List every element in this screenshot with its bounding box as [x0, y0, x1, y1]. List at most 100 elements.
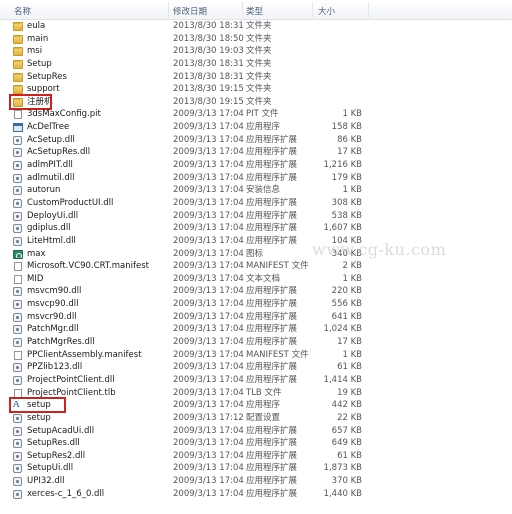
file-name: 3dsMaxConfig.pit: [27, 109, 101, 120]
file-type: 文件夹: [246, 58, 272, 69]
file-row[interactable]: PPClientAssembly.manifest 2009/3/13 17:04…: [0, 349, 512, 362]
file-row[interactable]: adlmutil.dll 2009/3/13 17:04 应用程序扩展 179 KB: [0, 172, 512, 185]
file-row[interactable]: ProjectPointClient.tlb 2009/3/13 17:04 TLB…: [0, 387, 512, 400]
folder-icon: [13, 34, 23, 44]
file-row[interactable]: gdiplus.dll 2009/3/13 17:04 应用程序扩展 1,607 KB: [0, 222, 512, 235]
file-row[interactable]: setup 2009/3/13 17:12 配置设置 22 KB: [0, 412, 512, 425]
column-date[interactable]: 修改日期: [173, 5, 207, 17]
file-size: 61 KB: [337, 450, 362, 461]
file-row[interactable]: main 2013/8/30 18:50 文件夹: [0, 33, 512, 46]
file-name: MID: [27, 273, 44, 284]
file-name: Microsoft.VC90.CRT.manifest: [27, 261, 149, 272]
file-name: adlmPIT.dll: [27, 160, 73, 171]
file-row[interactable]: PatchMgr.dll 2009/3/13 17:04 应用程序扩展 1,024 K…: [0, 323, 512, 336]
file-row[interactable]: msi 2013/8/30 19:03 文件夹: [0, 45, 512, 58]
file-row[interactable]: 注册机 2013/8/30 19:15 文件夹: [0, 93, 512, 110]
file-row[interactable]: Microsoft.VC90.CRT.manifest 2009/3/13 17:…: [0, 260, 512, 273]
column-type[interactable]: 类型: [246, 5, 263, 17]
column-header: 名称 修改日期 类型 大小: [0, 0, 512, 20]
file-row[interactable]: 3dsMaxConfig.pit 2009/3/13 17:04 PIT 文件 1 K…: [0, 108, 512, 121]
file-size: 61 KB: [337, 362, 362, 373]
file-name: setup: [27, 412, 51, 423]
file-size: 17 KB: [337, 337, 362, 348]
dll-icon: [13, 173, 22, 183]
file-size: 1,024 KB: [323, 324, 362, 335]
file-row[interactable]: ProjectPointClient.dll 2009/3/13 17:04 应用程…: [0, 374, 512, 387]
file-name: eula: [27, 21, 46, 31]
file-row[interactable]: Setup 2013/8/30 18:31 文件夹: [0, 58, 512, 71]
file-row[interactable]: support 2013/8/30 19:15 文件夹: [0, 83, 512, 96]
folder-icon: [13, 22, 23, 31]
column-separator[interactable]: [242, 2, 243, 18]
file-name: ProjectPointClient.dll: [27, 374, 115, 385]
file-row[interactable]: xerces-c_1_6_0.dll 2009/3/13 17:04 应用程序扩展 1…: [0, 488, 512, 501]
file-row[interactable]: AcSetup.dll 2009/3/13 17:04 应用程序扩展 86 KB: [0, 134, 512, 147]
file-row[interactable]: adlmPIT.dll 2009/3/13 17:04 应用程序扩展 1,216 KB: [0, 159, 512, 172]
file-size: 1 KB: [342, 273, 362, 284]
file-name: main: [27, 33, 49, 44]
column-size[interactable]: 大小: [318, 5, 335, 17]
file-name: xerces-c_1_6_0.dll: [27, 488, 105, 499]
file-row[interactable]: Asetup 2009/3/13 17:04 应用程序 442 KB: [0, 397, 512, 414]
dll-icon: [13, 426, 22, 436]
file-name: Setup: [27, 58, 52, 69]
file-type: 文件夹: [246, 71, 272, 82]
setup-icon: A: [13, 401, 20, 411]
settings-file-icon: [13, 413, 22, 423]
file-row[interactable]: UPI32.dll 2009/3/13 17:04 应用程序扩展 370 KB: [0, 475, 512, 488]
file-row[interactable]: SetupRes 2013/8/30 18:31 文件夹: [0, 71, 512, 84]
column-separator[interactable]: [312, 2, 313, 18]
file-name: SetupRes2.dll: [27, 450, 86, 461]
file-name: setup: [27, 400, 51, 411]
folder-icon: [13, 85, 23, 95]
dll-icon: [13, 135, 22, 145]
dll-icon: [13, 451, 22, 461]
exe-icon: [13, 123, 23, 133]
file-row[interactable]: CustomProductUI.dll 2009/3/13 17:04 应用程序扩展…: [0, 197, 512, 210]
column-separator[interactable]: [168, 2, 169, 18]
file-name: max: [27, 248, 46, 259]
folder-icon: [13, 47, 23, 57]
folder-icon: [13, 59, 23, 69]
file-name: PPZlib123.dll: [27, 362, 83, 373]
file-size: 641 KB: [331, 311, 362, 322]
file-row[interactable]: SetupAcadUi.dll 2009/3/13 17:04 应用程序扩展 657 …: [0, 425, 512, 438]
file-size: 538 KB: [331, 210, 362, 221]
file-row[interactable]: AcDelTree 2009/3/13 17:04 应用程序 158 KB: [0, 121, 512, 134]
file-icon: [14, 388, 22, 398]
file-row[interactable]: AcSetupRes.dll 2009/3/13 17:04 应用程序扩展 17 KB: [0, 146, 512, 159]
dll-icon: [13, 325, 22, 335]
file-row[interactable]: msvcm90.dll 2009/3/13 17:04 应用程序扩展 220 KB: [0, 285, 512, 298]
file-row[interactable]: msvcr90.dll 2009/3/13 17:04 应用程序扩展 641 KB: [0, 311, 512, 324]
file-row[interactable]: autorun 2009/3/13 17:04 安装信息 1 KB: [0, 184, 512, 197]
dll-icon: [13, 312, 22, 322]
file-type: 文件夹: [246, 46, 272, 57]
file-size: 220 KB: [331, 286, 362, 297]
dll-icon: [13, 338, 22, 348]
file-name: DeployUi.dll: [27, 210, 79, 221]
file-name: support: [27, 84, 60, 95]
file-size: 179 KB: [331, 172, 362, 183]
file-size: 1,607 KB: [323, 223, 362, 234]
file-row[interactable]: PatchMgrRes.dll 2009/3/13 17:04 应用程序扩展 17 K…: [0, 336, 512, 349]
dll-icon: [13, 477, 22, 487]
dll-icon: [13, 439, 22, 449]
file-row[interactable]: msvcp90.dll 2009/3/13 17:04 应用程序扩展 556 KB: [0, 298, 512, 311]
file-row[interactable]: SetupRes.dll 2009/3/13 17:04 应用程序扩展 649 KB: [0, 437, 512, 450]
file-name: SetupRes: [27, 71, 67, 82]
column-separator[interactable]: [368, 2, 369, 18]
file-row[interactable]: MID 2009/3/13 17:04 文本文档 1 KB: [0, 273, 512, 286]
file-row[interactable]: eula 2013/8/30 18:31 文件夹: [0, 20, 512, 33]
file-row[interactable]: DeployUi.dll 2009/3/13 17:04 应用程序扩展 538 KB: [0, 210, 512, 223]
file-size: 1,873 KB: [323, 463, 362, 474]
file-name: autorun: [27, 185, 61, 196]
column-name[interactable]: 名称: [14, 5, 31, 17]
file-row[interactable]: PPZlib123.dll 2009/3/13 17:04 应用程序扩展 61 KB: [0, 361, 512, 374]
file-row[interactable]: SetupRes2.dll 2009/3/13 17:04 应用程序扩展 61 KB: [0, 450, 512, 463]
settings-file-icon: [13, 186, 22, 196]
file-row[interactable]: SetupUi.dll 2009/3/13 17:04 应用程序扩展 1,873 KB: [0, 462, 512, 475]
file-name: UPI32.dll: [27, 476, 65, 487]
file-name: LiteHtml.dll: [27, 235, 76, 246]
file-name: SetupUi.dll: [27, 463, 74, 474]
file-size: 649 KB: [331, 438, 362, 449]
